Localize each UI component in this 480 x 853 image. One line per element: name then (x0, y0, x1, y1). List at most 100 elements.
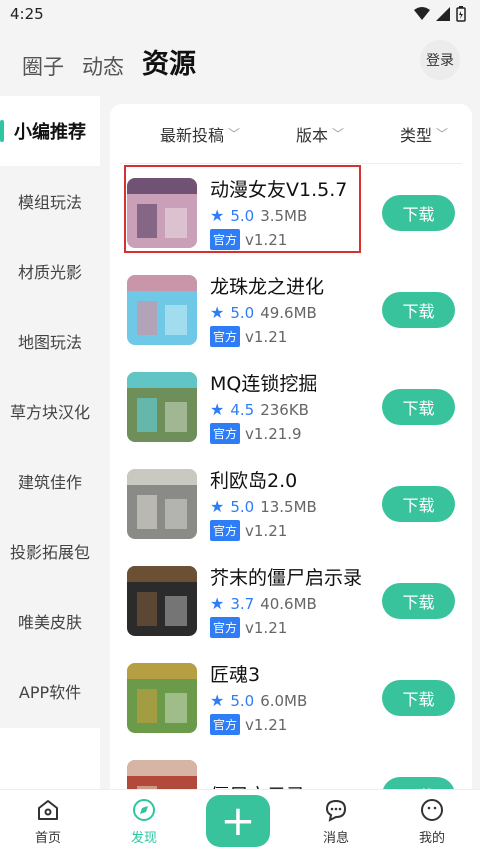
filter-version[interactable]: 版本 ﹀ (296, 122, 344, 146)
tab-circle[interactable]: 圈子 (22, 51, 64, 81)
resource-version: v1.21 (245, 230, 288, 249)
sidebar-item-editor-picks[interactable]: 小编推荐 (0, 96, 100, 166)
compass-icon (133, 799, 155, 821)
status-bar: 4:25 (0, 0, 480, 28)
thumbnail-image (127, 371, 197, 442)
filter-label: 最新投稿 (160, 125, 225, 145)
thumbnail-image (127, 274, 197, 345)
thumbnail-image (127, 565, 197, 636)
add-button[interactable]: + (206, 795, 270, 847)
nav-profile[interactable]: 我的 (384, 790, 480, 853)
resource-title: 龙珠龙之进化 (210, 276, 325, 298)
resource-version-line: 官方 v1.21 (210, 520, 382, 541)
official-badge: 官方 (210, 520, 241, 541)
resource-version-line: 官方 v1.21 (210, 714, 382, 735)
filter-latest[interactable]: 最新投稿 ﹀ (160, 122, 240, 146)
sidebar-item-maps[interactable]: 地图玩法 (0, 306, 100, 376)
resource-row[interactable]: 动漫女友V1.5.7 ★ 5.0 3.5MB 官方 v1.21 下载 (127, 164, 472, 261)
sidebar-item-builds[interactable]: 建筑佳作 (0, 446, 100, 516)
resource-size: 3.5MB (260, 206, 308, 225)
battery-icon (456, 6, 466, 22)
star-icon: ★ (210, 691, 225, 710)
resource-version-line: 官方 v1.21 (210, 617, 382, 638)
resource-version-line: 官方 v1.21 (210, 326, 382, 347)
filter-type[interactable]: 类型 ﹀ (400, 122, 448, 146)
nav-label: 首页 (34, 831, 61, 846)
resource-rating: 5.0 (230, 691, 255, 710)
official-badge: 官方 (210, 714, 241, 735)
star-icon: ★ (210, 497, 225, 516)
nav-label: 消息 (322, 831, 349, 846)
resource-thumbnail[interactable] (127, 468, 197, 539)
sidebar-item-projections[interactable]: 投影拓展包 (0, 516, 100, 586)
resource-size: 40.6MB (260, 594, 317, 613)
resource-rating: 5.0 (230, 497, 255, 516)
official-badge: 官方 (210, 229, 241, 250)
nav-messages[interactable]: 消息 (288, 790, 384, 853)
sidebar-item-localization[interactable]: 草方块汉化 (0, 376, 100, 446)
resource-version: v1.21 (245, 521, 288, 540)
chevron-down-icon: ﹀ (435, 127, 448, 141)
resource-row[interactable]: 利欧岛2.0 ★ 5.0 13.5MB 官方 v1.21 下载 (127, 455, 472, 552)
nav-discover[interactable]: 发现 (96, 790, 192, 853)
download-button[interactable]: 下载 (382, 582, 455, 619)
resource-row[interactable]: 匠魂3 ★ 5.0 6.0MB 官方 v1.21 下载 (127, 649, 472, 746)
nav-label: 发现 (130, 831, 157, 846)
download-button[interactable]: 下载 (382, 679, 455, 716)
sidebar-item-apps[interactable]: APP软件 (0, 656, 100, 726)
resource-version: v1.21 (245, 327, 288, 346)
filter-label: 版本 (295, 125, 328, 145)
category-sidebar: 小编推荐 模组玩法 材质光影 地图玩法 草方块汉化 建筑佳作 投影拓展包 唯美皮… (0, 96, 100, 728)
chevron-down-icon: ﹀ (332, 127, 345, 141)
filter-label: 类型 (399, 125, 432, 145)
resource-row[interactable]: MQ连锁挖掘 ★ 4.5 236KB 官方 v1.21.9 下载 (127, 358, 472, 455)
chevron-down-icon: ﹀ (228, 127, 241, 141)
resource-meta: ★ 5.0 13.5MB (210, 497, 382, 516)
official-badge: 官方 (210, 326, 241, 347)
thumbnail-image (127, 468, 197, 539)
resource-thumbnail[interactable] (127, 662, 197, 733)
nav-label: 我的 (418, 831, 445, 846)
resource-thumbnail[interactable] (127, 565, 197, 636)
download-button[interactable]: 下载 (382, 291, 455, 328)
tab-resources[interactable]: 资源 (142, 42, 196, 81)
sidebar-item-skins[interactable]: 唯美皮肤 (0, 586, 100, 656)
download-button[interactable]: 下载 (382, 194, 455, 231)
resource-version: v1.21 (245, 715, 288, 734)
star-icon: ★ (210, 400, 225, 419)
resource-info: 动漫女友V1.5.7 ★ 5.0 3.5MB 官方 v1.21 (210, 175, 382, 250)
resource-version-line: 官方 v1.21.9 (210, 423, 382, 444)
resource-rating: 5.0 (230, 206, 255, 225)
download-button[interactable]: 下载 (382, 388, 455, 425)
official-badge: 官方 (210, 423, 241, 444)
resource-title: 芥末的僵尸启示录 (210, 567, 363, 589)
sidebar-item-mods[interactable]: 模组玩法 (0, 166, 100, 236)
smile-icon (421, 799, 443, 821)
star-icon: ★ (210, 594, 225, 613)
star-icon: ★ (210, 206, 225, 225)
resource-title: 匠魂3 (210, 664, 261, 686)
resource-info: 利欧岛2.0 ★ 5.0 13.5MB 官方 v1.21 (210, 466, 382, 541)
resource-row[interactable]: 龙珠龙之进化 ★ 5.0 49.6MB 官方 v1.21 下载 (127, 261, 472, 358)
resource-thumbnail[interactable] (127, 177, 197, 248)
resource-info: MQ连锁挖掘 ★ 4.5 236KB 官方 v1.21.9 (210, 369, 382, 444)
resource-meta: ★ 5.0 3.5MB (210, 206, 382, 225)
status-icons (414, 6, 466, 22)
resource-row[interactable]: 芥末的僵尸启示录 ★ 3.7 40.6MB 官方 v1.21 下载 (127, 552, 472, 649)
thumbnail-image (127, 177, 197, 248)
resource-size: 13.5MB (260, 497, 317, 516)
resource-info: 龙珠龙之进化 ★ 5.0 49.6MB 官方 v1.21 (210, 272, 382, 347)
tab-feed[interactable]: 动态 (82, 51, 124, 81)
resource-info: 芥末的僵尸启示录 ★ 3.7 40.6MB 官方 v1.21 (210, 563, 382, 638)
download-button[interactable]: 下载 (382, 485, 455, 522)
star-icon: ★ (210, 303, 225, 322)
sidebar-item-textures[interactable]: 材质光影 (0, 236, 100, 306)
login-button[interactable]: 登录 (420, 40, 460, 80)
resource-version-line: 官方 v1.21 (210, 229, 382, 250)
nav-home[interactable]: 首页 (0, 790, 96, 853)
resource-thumbnail[interactable] (127, 371, 197, 442)
home-icon (38, 800, 58, 820)
resource-size: 6.0MB (260, 691, 308, 710)
resource-thumbnail[interactable] (127, 274, 197, 345)
resource-list: 动漫女友V1.5.7 ★ 5.0 3.5MB 官方 v1.21 下载 龙珠龙之进… (110, 164, 472, 804)
